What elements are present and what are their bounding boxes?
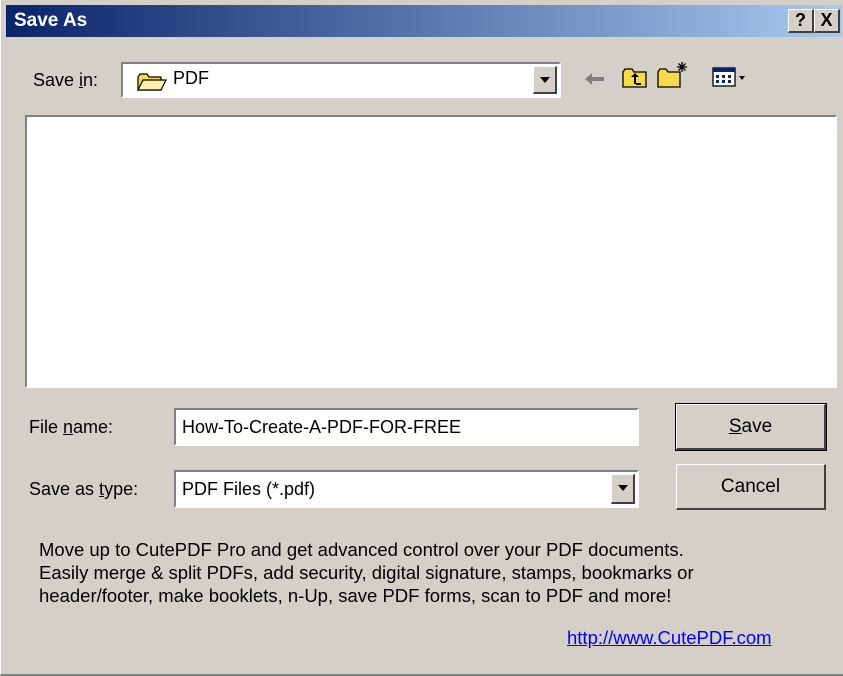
window-title: Save As: [14, 10, 88, 31]
save-as-type-dropdown[interactable]: PDF Files (*.pdf): [174, 470, 639, 508]
save-button[interactable]: Save: [675, 403, 827, 451]
save-in-dropdown[interactable]: PDF: [121, 62, 561, 98]
save-in-value: PDF: [173, 68, 209, 88]
save-in-dropdown-button[interactable]: [533, 66, 557, 94]
save-as-dialog: Save As ? X Save in: PDF File name: How-…: [0, 0, 843, 676]
help-button[interactable]: ?: [788, 9, 814, 33]
file-name-input[interactable]: How-To-Create-A-PDF-FOR-FREE: [174, 408, 639, 446]
folder-up-icon[interactable]: [621, 66, 649, 95]
promo-line-1: Move up to CutePDF Pro and get advanced …: [39, 539, 684, 560]
promo-line-2: Easily merge & split PDFs, add security,…: [39, 562, 694, 583]
cancel-button[interactable]: Cancel: [676, 464, 826, 510]
save-as-type-label: Save as type:: [29, 479, 139, 499]
chevron-down-icon: [540, 77, 550, 83]
cutepdf-link[interactable]: http://www.CutePDF.com: [567, 627, 772, 649]
close-button[interactable]: X: [814, 9, 840, 33]
file-name-value[interactable]: How-To-Create-A-PDF-FOR-FREE: [182, 417, 461, 438]
chevron-down-icon: [618, 485, 628, 491]
folder-icon: [137, 72, 167, 97]
arrow-left-icon[interactable]: [584, 71, 606, 92]
new-folder-icon[interactable]: [656, 60, 690, 95]
save-in-label: Save in:: [33, 70, 99, 90]
promo-line-3: header/footer, make booklets, n-Up, save…: [39, 585, 672, 606]
file-name-label: File name:: [29, 417, 114, 437]
title-bar[interactable]: Save As ? X: [6, 5, 842, 37]
save-as-type-value: PDF Files (*.pdf): [182, 479, 316, 499]
save-as-type-dropdown-button[interactable]: [611, 474, 635, 504]
file-list[interactable]: [25, 115, 837, 388]
promo-text: Move up to CutePDF Pro and get advanced …: [39, 538, 694, 607]
view-menu-icon[interactable]: [712, 66, 748, 93]
